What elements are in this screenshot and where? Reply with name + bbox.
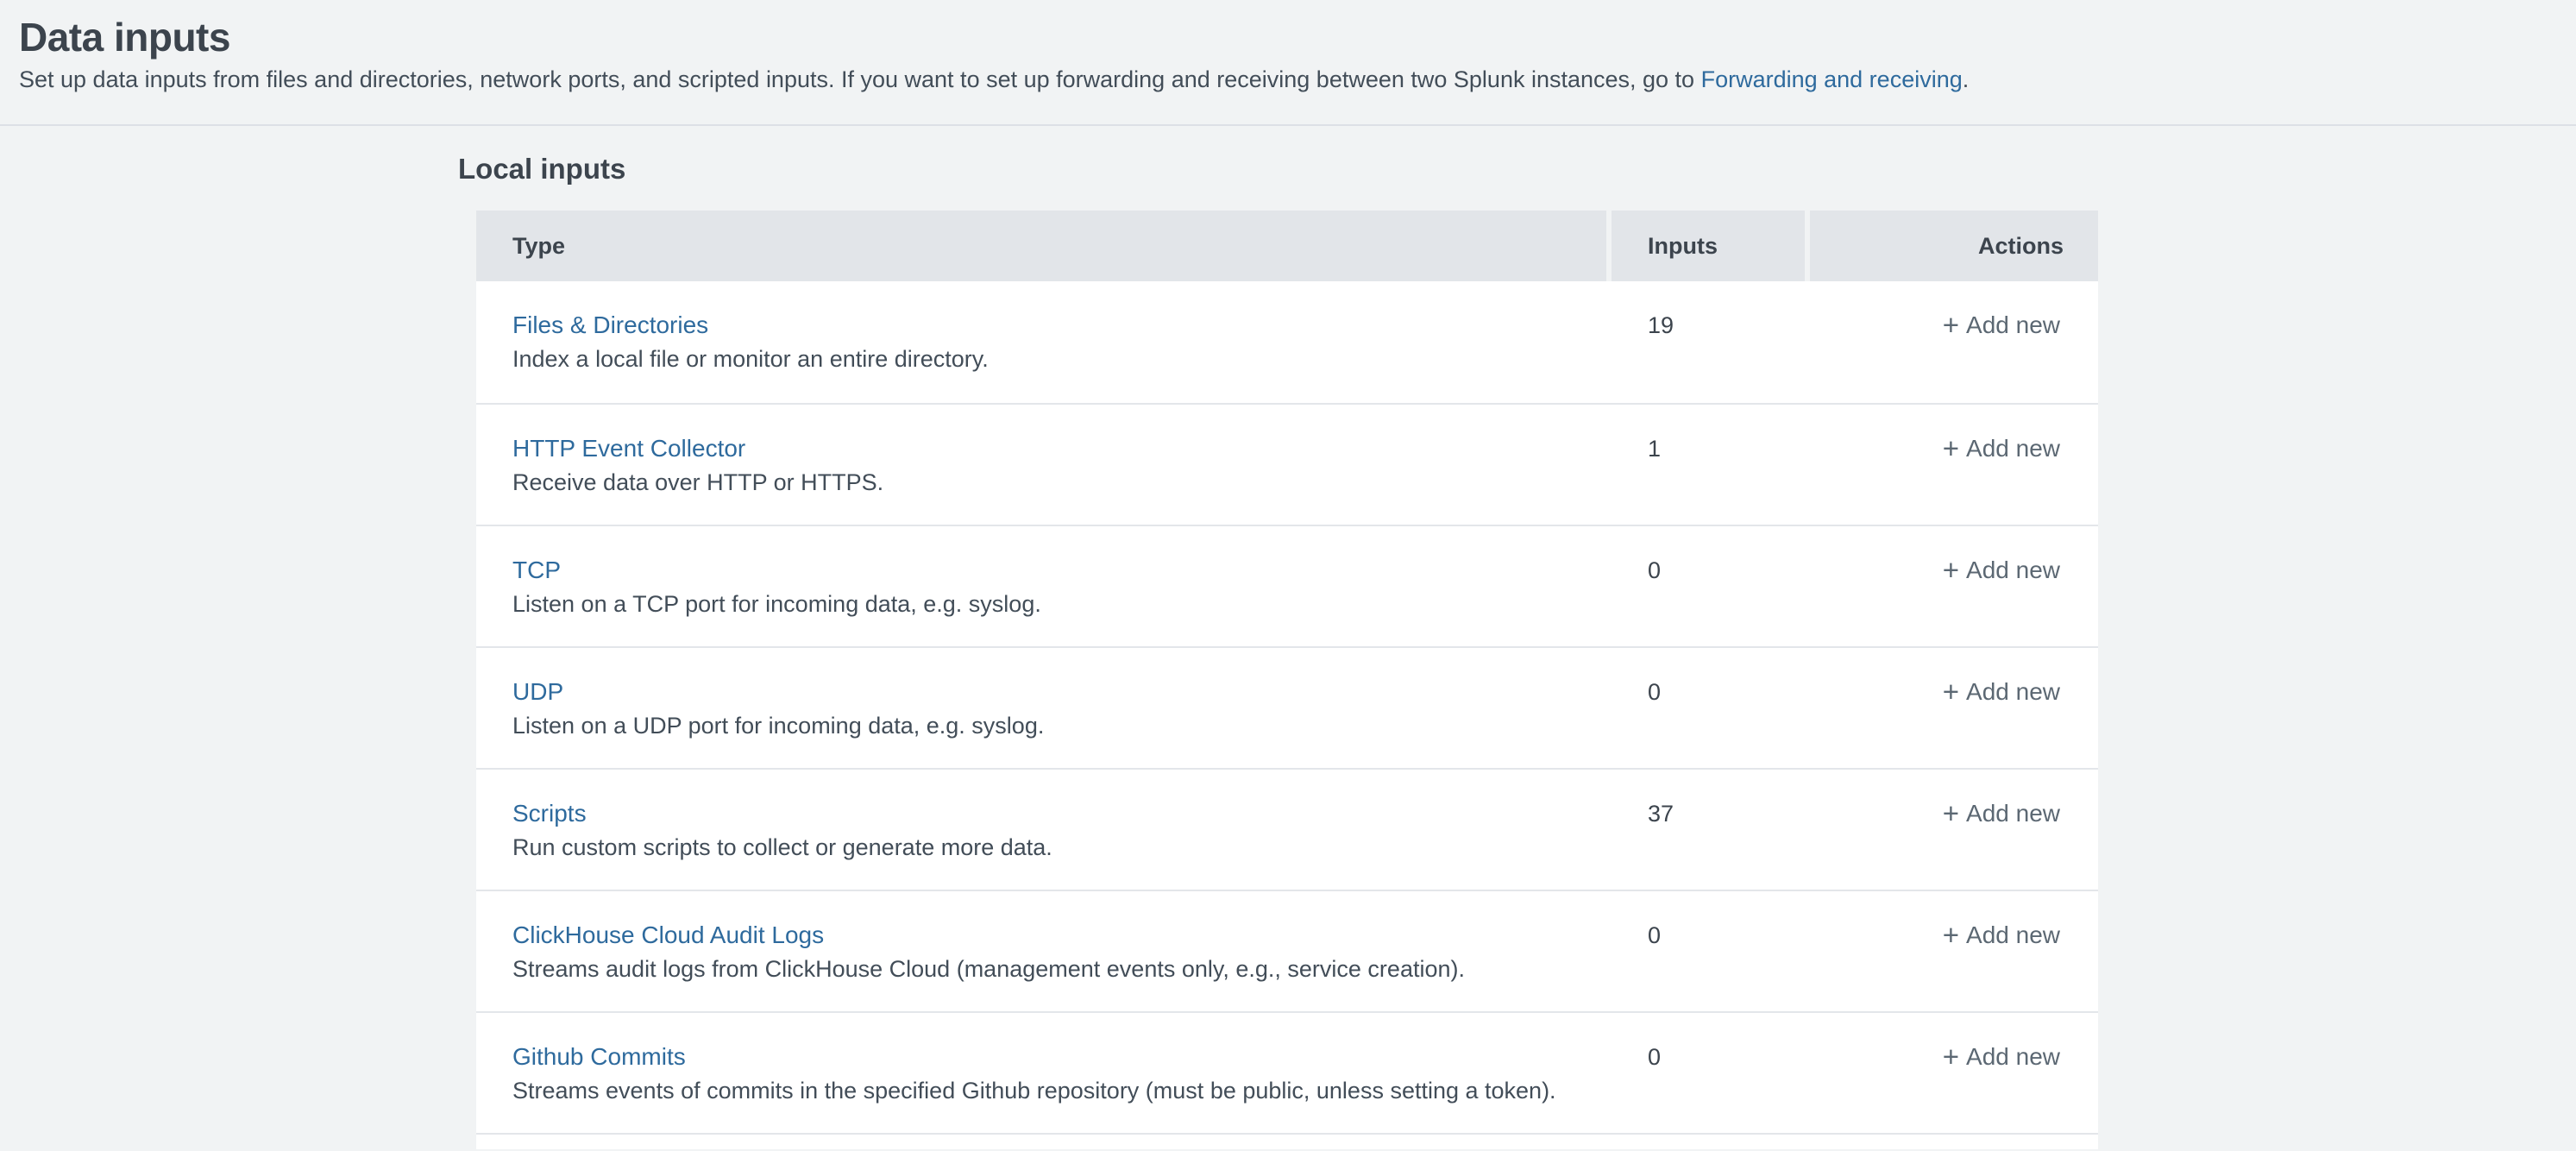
type-cell: Files & Directories Index a local file o… xyxy=(476,281,1612,403)
column-header-inputs: Inputs xyxy=(1612,211,1805,281)
input-type-link[interactable]: Scripts xyxy=(512,799,587,828)
add-new-button[interactable]: + Add new xyxy=(1943,554,2060,585)
input-type-link[interactable]: Files & Directories xyxy=(512,311,708,340)
table-row: TCP Listen on a TCP port for incoming da… xyxy=(476,525,2098,646)
add-new-button[interactable]: + Add new xyxy=(1943,432,2060,463)
input-type-link[interactable]: ClickHouse Cloud Audit Logs xyxy=(512,921,824,950)
type-cell: Github Commits Streams events of commits… xyxy=(476,1013,1612,1133)
plus-icon: + xyxy=(1943,432,1959,464)
table-row: HTTP Event Collector Receive data over H… xyxy=(476,403,2098,525)
plus-icon: + xyxy=(1943,309,1959,341)
add-new-label: Add new xyxy=(1966,921,2060,948)
input-type-description: Index a local file or monitor an entire … xyxy=(512,345,1612,373)
table-row: Github Commits Streams events of commits… xyxy=(476,1011,2098,1133)
inputs-count: 37 xyxy=(1612,770,1810,890)
input-type-description: Run custom scripts to collect or generat… xyxy=(512,833,1612,861)
page-subtitle-text: Set up data inputs from files and direct… xyxy=(19,66,1701,92)
input-type-link[interactable]: Github Commits xyxy=(512,1042,686,1072)
type-cell: UDP Listen on a UDP port for incoming da… xyxy=(476,648,1612,768)
actions-cell: + Add new xyxy=(1810,281,2098,403)
page-subtitle: Set up data inputs from files and direct… xyxy=(19,66,2555,93)
actions-cell: + Add new xyxy=(1810,770,2098,890)
inputs-count: 1 xyxy=(1612,405,1810,525)
add-new-label: Add new xyxy=(1966,678,2060,705)
inputs-count: 19 xyxy=(1612,281,1810,403)
actions-cell: + Add new xyxy=(1810,526,2098,646)
add-new-label: Add new xyxy=(1966,557,2060,583)
forwarding-and-receiving-link[interactable]: Forwarding and receiving xyxy=(1701,66,1963,92)
input-type-link[interactable]: TCP xyxy=(512,556,561,585)
column-header-actions: Actions xyxy=(1810,211,2098,281)
inputs-count: 0 xyxy=(1612,526,1810,646)
inputs-count: 0 xyxy=(1612,648,1810,768)
add-new-label: Add new xyxy=(1966,1043,2060,1070)
input-type-description: Receive data over HTTP or HTTPS. xyxy=(512,469,1612,496)
actions-cell: + Add new xyxy=(1810,405,2098,525)
page-subtitle-period: . xyxy=(1963,66,1970,92)
page-title: Data inputs xyxy=(19,14,2555,60)
input-type-description: Listen on a TCP port for incoming data, … xyxy=(512,590,1612,618)
plus-icon: + xyxy=(1943,554,1959,586)
column-header-type: Type xyxy=(476,211,1606,281)
plus-icon: + xyxy=(1943,1041,1959,1072)
type-cell: TCP Listen on a TCP port for incoming da… xyxy=(476,526,1612,646)
add-new-button[interactable]: + Add new xyxy=(1943,309,2060,340)
input-type-link[interactable]: UDP xyxy=(512,677,563,707)
add-new-button[interactable]: + Add new xyxy=(1943,1041,2060,1072)
add-new-label: Add new xyxy=(1966,435,2060,462)
add-new-button[interactable]: + Add new xyxy=(1943,676,2060,707)
plus-icon: + xyxy=(1943,797,1959,829)
page-header: Data inputs Set up data inputs from file… xyxy=(0,0,2576,126)
table-header-row: Type Inputs Actions xyxy=(476,211,2098,281)
type-cell: HTTP Event Collector Receive data over H… xyxy=(476,405,1612,525)
table-row: UDP Listen on a UDP port for incoming da… xyxy=(476,646,2098,768)
table-row-partial xyxy=(476,1133,2098,1149)
add-new-label: Add new xyxy=(1966,800,2060,827)
add-new-label: Add new xyxy=(1966,311,2060,338)
actions-cell: + Add new xyxy=(1810,1013,2098,1133)
type-cell: ClickHouse Cloud Audit Logs Streams audi… xyxy=(476,891,1612,1011)
add-new-button[interactable]: + Add new xyxy=(1943,797,2060,828)
main-content: Local inputs Type Inputs Actions Files &… xyxy=(0,126,2576,1149)
plus-icon: + xyxy=(1943,676,1959,708)
inputs-count: 0 xyxy=(1612,1013,1810,1133)
actions-cell: + Add new xyxy=(1810,648,2098,768)
input-type-link[interactable]: HTTP Event Collector xyxy=(512,434,745,463)
input-type-description: Streams audit logs from ClickHouse Cloud… xyxy=(512,955,1612,983)
table-row: Files & Directories Index a local file o… xyxy=(476,281,2098,403)
add-new-button[interactable]: + Add new xyxy=(1943,919,2060,950)
table-row: ClickHouse Cloud Audit Logs Streams audi… xyxy=(476,890,2098,1011)
table-body: Files & Directories Index a local file o… xyxy=(476,281,2098,1133)
input-type-description: Listen on a UDP port for incoming data, … xyxy=(512,712,1612,739)
inputs-count: 0 xyxy=(1612,891,1810,1011)
local-inputs-table: Type Inputs Actions Files & Directories … xyxy=(476,211,2098,1149)
input-type-description: Streams events of commits in the specifi… xyxy=(512,1077,1612,1104)
actions-cell: + Add new xyxy=(1810,891,2098,1011)
section-heading-local-inputs: Local inputs xyxy=(458,152,2576,186)
type-cell: Scripts Run custom scripts to collect or… xyxy=(476,770,1612,890)
table-row: Scripts Run custom scripts to collect or… xyxy=(476,768,2098,890)
plus-icon: + xyxy=(1943,919,1959,951)
